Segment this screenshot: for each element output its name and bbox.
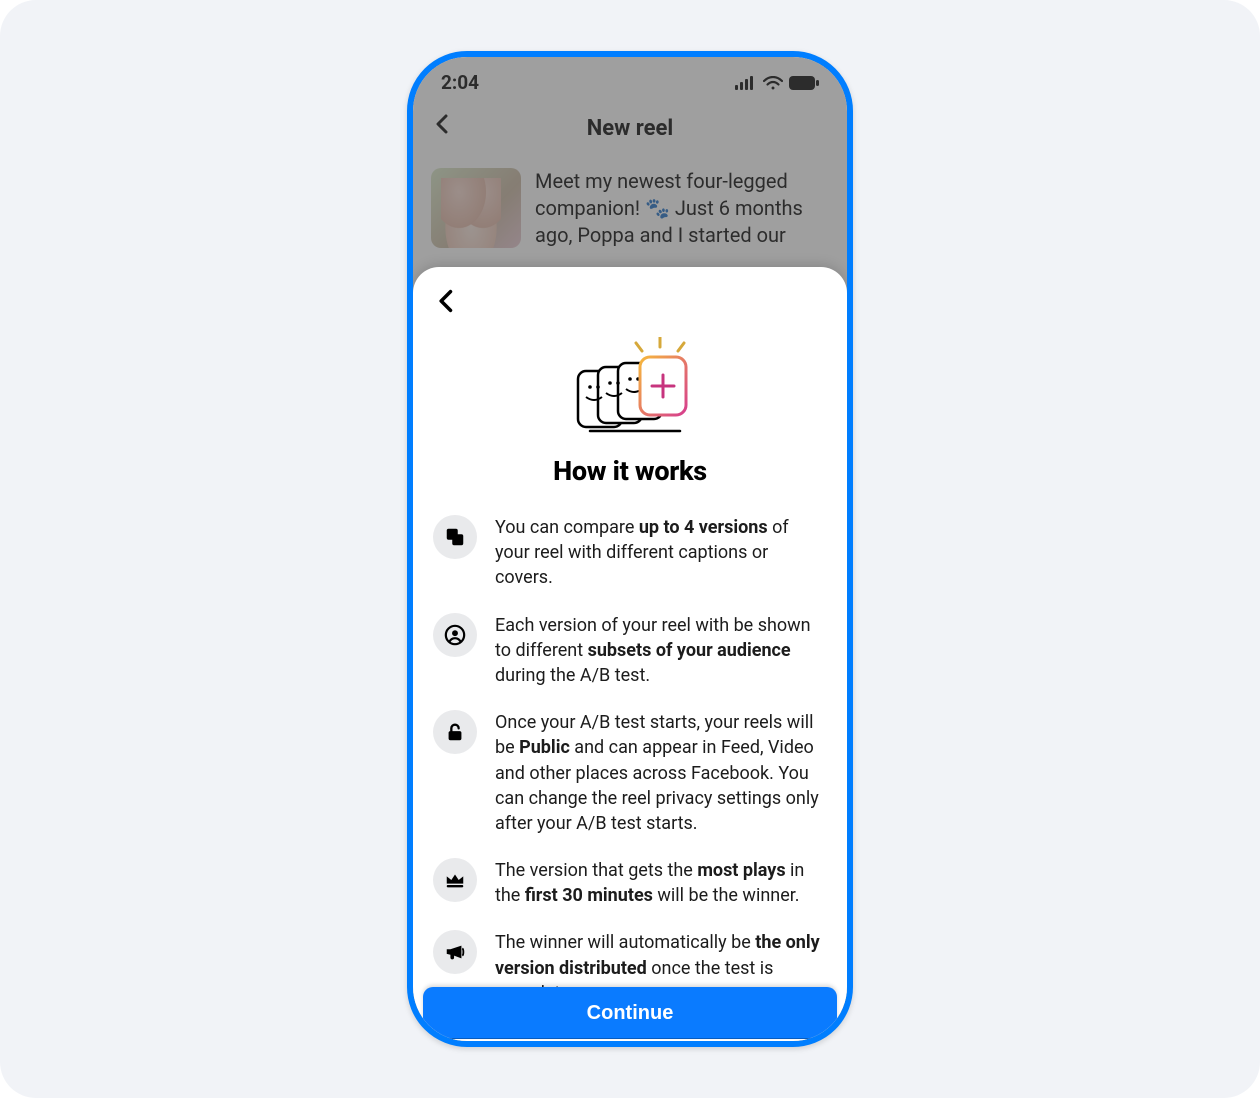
sheet-illustration: [433, 337, 827, 437]
cards-plus-icon: [560, 337, 700, 437]
item-text: You can compare up to 4 versions of your…: [495, 515, 827, 591]
unlock-icon: [433, 710, 477, 754]
phone-frame: 2:04 New reel Meet my newest four-legged: [407, 51, 853, 1047]
item-text: The version that gets the most plays in …: [495, 858, 827, 908]
list-item: Each version of your reel with be shown …: [433, 613, 827, 689]
crown-icon: [433, 858, 477, 902]
list-item: The version that gets the most plays in …: [433, 858, 827, 908]
phone-screen: 2:04 New reel Meet my newest four-legged: [413, 57, 847, 1041]
person-icon: [433, 613, 477, 657]
continue-button[interactable]: Continue: [423, 987, 837, 1039]
item-text: Once your A/B test starts, your reels wi…: [495, 710, 827, 836]
canvas: 2:04 New reel Meet my newest four-legged: [0, 0, 1260, 1098]
how-it-works-sheet: How it works You can compare up to 4 ver…: [413, 267, 847, 1041]
how-it-works-list: You can compare up to 4 versions of your…: [433, 515, 827, 1028]
chevron-left-icon: [433, 287, 461, 315]
list-item: You can compare up to 4 versions of your…: [433, 515, 827, 591]
sheet-back-button[interactable]: [433, 287, 827, 319]
item-text: Each version of your reel with be shown …: [495, 613, 827, 689]
megaphone-icon: [433, 930, 477, 974]
list-item: Once your A/B test starts, your reels wi…: [433, 710, 827, 836]
stack-icon: [433, 515, 477, 559]
sheet-title: How it works: [433, 455, 827, 487]
